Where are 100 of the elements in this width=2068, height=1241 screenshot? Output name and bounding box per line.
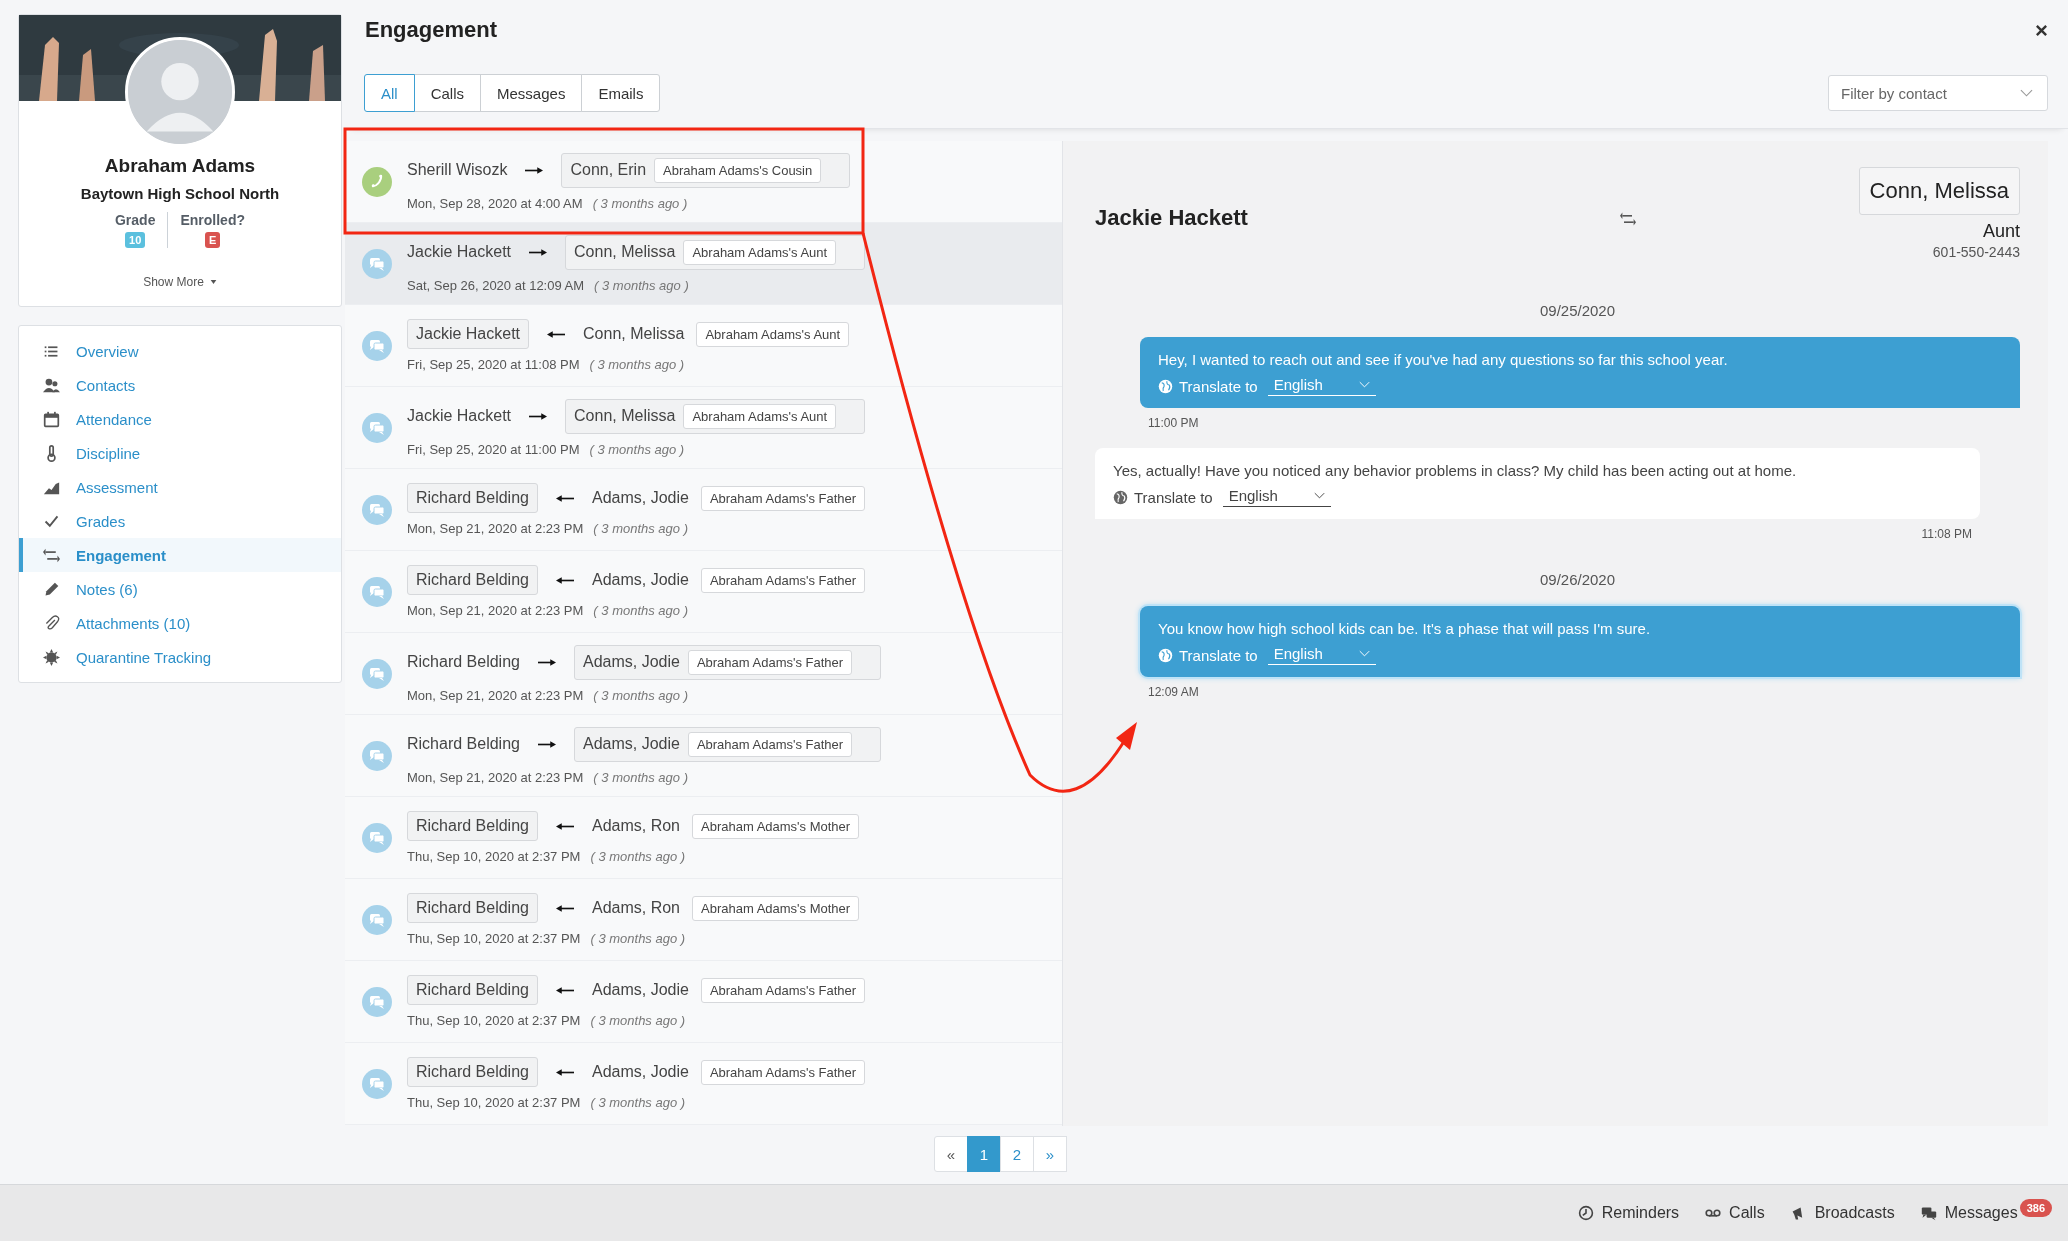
calendar-icon [43,410,60,428]
globe-icon [1158,378,1173,394]
message-text: Hey, I wanted to reach out and see if you've had any questions so far this school year. [1158,351,1729,368]
nav-item[interactable]: Attendance [19,402,341,436]
relative-time: ( 3 months ago ) [590,1013,686,1028]
nav-item[interactable]: Grades [19,504,341,538]
sender-chip: Richard Belding [407,565,538,595]
relation-tag: Abraham Adams's Father [700,485,866,511]
filter-tab[interactable]: All [364,74,415,112]
relation-tag: Abraham Adams's Father [687,731,853,757]
student-name: Abraham Adams [104,155,256,177]
contact-phone: 601-550-2443 [1932,244,2020,260]
show-more-button[interactable]: Show More [137,274,223,290]
contact-name: Conn, Melissa [583,325,685,343]
sender-chip: Richard Belding [407,975,538,1005]
footer-link[interactable]: Messages [1920,1204,2018,1222]
contact-chip: Conn, Melissa [1858,167,2020,215]
contact-name: Adams, Jodie [591,571,689,589]
footer-link[interactable]: Broadcasts [1790,1204,1895,1222]
relative-time: ( 3 months ago ) [593,603,688,618]
chat-icon [362,1068,392,1099]
page-link[interactable]: 2 [1000,1136,1034,1172]
clock-icon [1577,1205,1594,1221]
engagement-row[interactable]: Jackie Hackett Conn, Melissa Abraham Adams's Aunt Sat, Sep 26, 2020 at 12:09 AM ( 3 months ago ) [345,223,1062,305]
date-time: Mon, Sep 21, 2020 at 2:23 PM [407,769,584,785]
globe-icon [1113,489,1128,505]
gear-icon [43,648,60,666]
date-time: Fri, Sep 25, 2020 at 11:08 PM [407,357,580,372]
contact-name: Conn, Melissa [574,243,676,261]
date-time: Thu, Sep 10, 2020 at 2:37 PM [407,1013,581,1028]
relative-time: ( 3 months ago ) [593,687,688,703]
language-select[interactable]: English [1222,487,1331,507]
relative-time: ( 3 months ago ) [592,195,688,211]
relation-tag: Abraham Adams's Aunt [683,239,837,265]
chevron-down-icon [1358,381,1370,388]
relative-time: ( 3 months ago ) [589,441,685,457]
relation-tag: Abraham Adams's Father [687,649,853,675]
date-time: Thu, Sep 10, 2020 at 2:37 PM [407,931,581,946]
globe-icon [1158,647,1173,663]
message-bubble[interactable]: Yes, actually! Have you noticed any behavior problems in class? My child has been acting out at home. Translate to English [1095,448,1980,519]
date-time: Thu, Sep 10, 2020 at 2:37 PM [407,1095,581,1110]
paperclip-icon [43,614,60,632]
relation-tag: Abraham Adams's Aunt [696,321,850,347]
translate-label: Translate to [1134,488,1213,506]
chat-icon [362,740,392,771]
relation-tag: Abraham Adams's Aunt [683,403,837,429]
contact-name: Adams, Jodie [582,735,680,753]
relation-tag: Abraham Adams's Mother [692,895,860,921]
nav-item[interactable]: Notes (6) [19,572,341,606]
translate-label: Translate to [1179,377,1258,395]
filter-tab[interactable]: Emails [581,74,661,112]
relative-time: ( 3 months ago ) [594,277,689,293]
date-time: Mon, Sep 28, 2020 at 4:00 AM [407,195,583,211]
sender-name: Jackie Hackett [407,407,512,425]
message-text: You know how high school kids can be. It's a phase that will pass I'm sure. [1158,620,1652,637]
grade-badge: 10 [125,232,146,248]
chat-icon [362,822,392,853]
date-separator: 09/26/2020 [1538,571,1616,588]
nav-item[interactable]: Discipline [19,436,341,470]
sender-name: Sherill Wisozk [407,161,508,179]
contact-name: Conn, Melissa [574,407,676,425]
filter-tab[interactable]: Messages [480,74,583,112]
nav-item[interactable]: Attachments (10) [19,606,341,640]
relative-time: ( 3 months ago ) [590,849,686,864]
chat-icon [362,494,392,525]
close-icon[interactable] [2035,23,2048,37]
contact-relation: Aunt [1982,221,2020,242]
nav-item[interactable]: Overview [19,334,341,368]
date-time: Mon, Sep 21, 2020 at 2:23 PM [407,687,584,703]
pencil-icon [43,580,60,598]
chat-icon [362,576,392,607]
contact-filter-field[interactable]: Filter by contact [1828,75,2048,111]
relation-tag: Abraham Adams's Cousin [654,157,822,183]
people-icon [43,376,60,394]
nav-item[interactable]: Quarantine Tracking [19,640,341,674]
filter-tab[interactable]: Calls [413,74,481,112]
chat-icon [362,248,392,279]
sender-name: Jackie Hackett [407,243,512,261]
chat-icon [362,986,392,1017]
date-time: Mon, Sep 21, 2020 at 2:23 PM [407,603,584,618]
relative-time: ( 3 months ago ) [593,521,688,536]
footer-link[interactable]: Calls [1705,1204,1765,1222]
swap-icon [43,546,60,564]
contact-name: Adams, Ron [591,899,680,917]
message-time: 11:00 PM [1147,416,1200,430]
school-name: Baytown High School North [80,185,280,202]
nav-item[interactable]: Contacts [19,368,341,402]
sender-chip: Richard Belding [407,483,538,513]
contact-name: Adams, Jodie [582,653,680,671]
relative-time: ( 3 months ago ) [589,357,685,372]
footer-link[interactable]: Reminders [1577,1204,1680,1222]
sender-name: Richard Belding [407,735,520,753]
date-time: Thu, Sep 10, 2020 at 2:37 PM [407,849,581,864]
nav-item[interactable]: Assessment [19,470,341,504]
next-page-link[interactable]: » [1033,1136,1067,1172]
relation-tag: Abraham Adams's Father [700,977,866,1003]
previous-page-link[interactable]: « [934,1136,968,1172]
count-badge: 386 [2019,1199,2052,1217]
relative-time: ( 3 months ago ) [593,769,688,785]
phone-icon [362,166,392,197]
